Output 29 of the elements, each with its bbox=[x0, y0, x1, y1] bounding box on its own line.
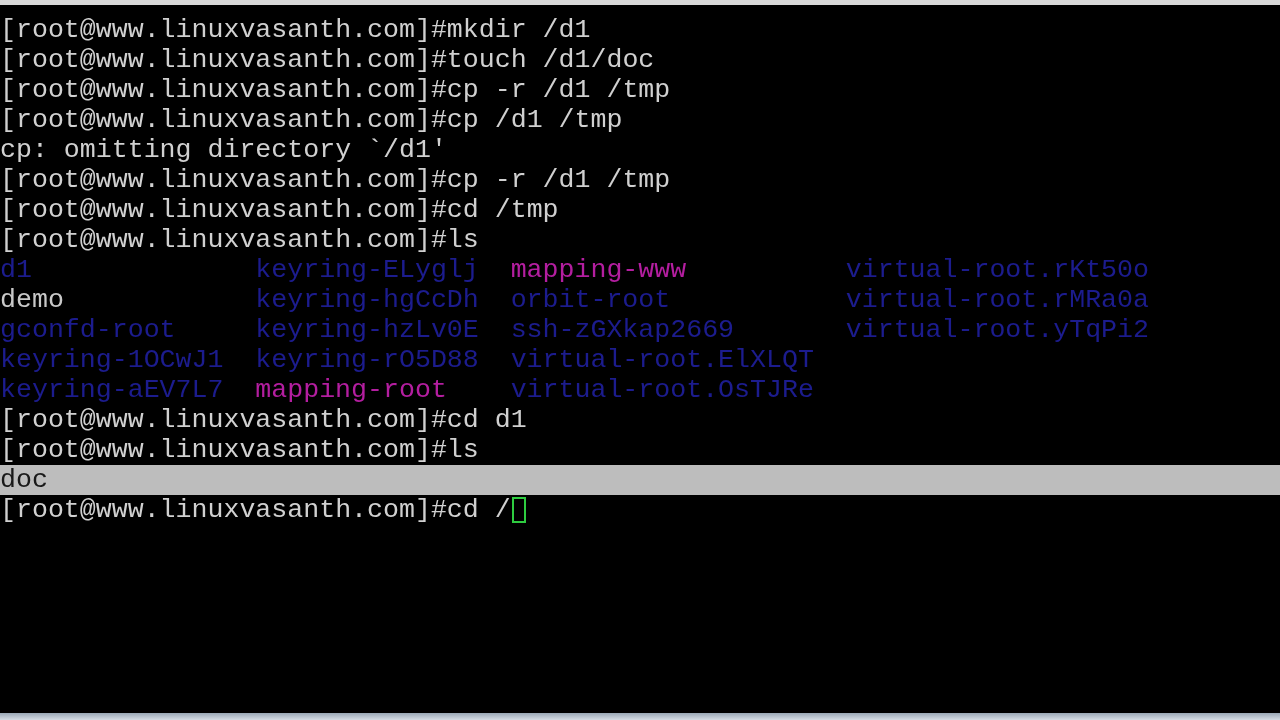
command-line: [root@www.linuxvasanth.com]#cd /tmp bbox=[0, 195, 559, 225]
file-name: d1 bbox=[0, 255, 32, 285]
file-name: keyring-hzLv0E bbox=[255, 315, 479, 345]
file-name: orbit-root bbox=[510, 285, 671, 315]
file-name: keyring-aEV7L7 bbox=[0, 375, 224, 405]
command-line: [root@www.linuxvasanth.com]#cp -r /d1 /tmp bbox=[0, 165, 671, 195]
command-line: [root@www.linuxvasanth.com]#mkdir /d1 bbox=[0, 15, 591, 45]
file-name: virtual-root.yTqPi2 bbox=[845, 315, 1149, 345]
command-line: [root@www.linuxvasanth.com]#cd / bbox=[0, 495, 511, 525]
command-line: [root@www.linuxvasanth.com]#cp /d1 /tmp bbox=[0, 105, 623, 135]
file-name: keyring-1OCwJ1 bbox=[0, 345, 224, 375]
file-name: virtual-root.rKt50o bbox=[845, 255, 1149, 285]
command-line: [root@www.linuxvasanth.com]#touch /d1/doc bbox=[0, 45, 655, 75]
file-name: keyring-rO5D88 bbox=[255, 345, 479, 375]
file-name: demo bbox=[0, 285, 64, 315]
output-line: cp: omitting directory `/d1' bbox=[0, 135, 448, 165]
file-name: virtual-root.OsTJRe bbox=[510, 375, 814, 405]
command-line: [root@www.linuxvasanth.com]#ls bbox=[0, 225, 479, 255]
file-name: mapping-root bbox=[255, 375, 447, 405]
command-line: [root@www.linuxvasanth.com]#ls bbox=[0, 435, 479, 465]
file-name: keyring-ELyglj bbox=[255, 255, 479, 285]
file-name: mapping-www bbox=[510, 255, 687, 285]
file-name: ssh-zGXkap2669 bbox=[510, 315, 735, 345]
command-line: [root@www.linuxvasanth.com]#cp -r /d1 /tmp bbox=[0, 75, 671, 105]
file-name: keyring-hgCcDh bbox=[255, 285, 479, 315]
file-name: gconfd-root bbox=[0, 315, 176, 345]
command-line: [root@www.linuxvasanth.com]#cd d1 bbox=[0, 405, 527, 435]
file-name: virtual-root.rMRa0a bbox=[845, 285, 1149, 315]
file-name: virtual-root.ElXLQT bbox=[510, 345, 814, 375]
